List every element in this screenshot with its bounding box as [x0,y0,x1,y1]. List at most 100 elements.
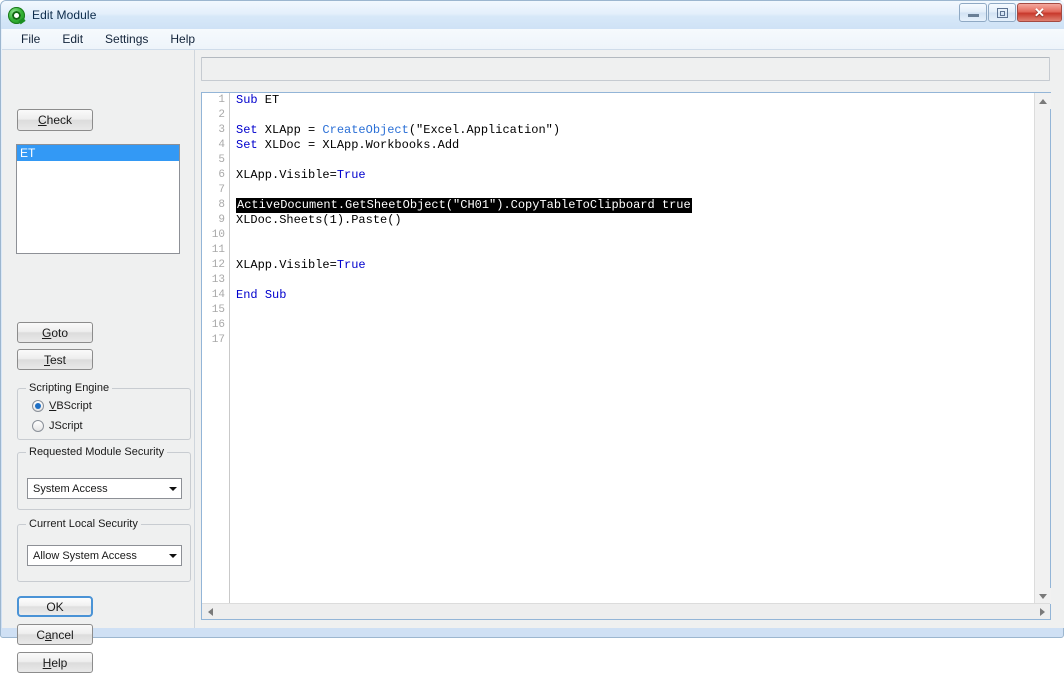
cancel-button-label: Cancel [36,627,74,642]
line-number: 7 [218,184,225,196]
current-local-security-value: Allow System Access [33,549,137,562]
scroll-left-button[interactable] [202,604,218,619]
menu-item-help[interactable]: Help [161,30,204,48]
radio-jscript-label: JScript [49,420,83,432]
ok-button[interactable]: OK [17,596,93,617]
minimize-icon [967,13,979,17]
requested-module-security-value: System Access [33,482,108,495]
left-panel: Check ET Goto Test Scripting Engine VBSc… [2,50,195,673]
line-number: 12 [211,259,225,271]
list-item[interactable]: ET [17,145,179,161]
horizontal-scroll-track[interactable] [218,604,1034,619]
help-button-label: Help [42,655,68,670]
goto-button[interactable]: Goto [17,322,93,343]
radio-vbscript-label: VBScript [49,400,92,412]
scroll-down-button[interactable] [1035,588,1051,604]
code-line[interactable] [231,273,1034,288]
code-text: XLDoc = XLApp.Workbooks.Add [257,138,460,152]
radio-jscript[interactable]: JScript [32,420,83,432]
code-line[interactable] [231,228,1034,243]
radio-unchecked-icon [32,420,44,432]
window-body: Check ET Goto Test Scripting Engine VBSc… [2,50,1064,673]
line-number: 2 [218,109,225,121]
code-line[interactable]: XLApp.Visible=True [231,168,1034,183]
code-editor: 1 2 3 4 5 6 7 8 9 10 11 12 13 14 15 16 17 Sub ET Set XLAp… [201,92,1051,620]
scroll-right-button[interactable] [1034,604,1050,619]
chevron-down-icon[interactable] [164,546,181,565]
horizontal-scrollbar[interactable] [202,603,1050,619]
goto-button-label: Goto [41,325,69,340]
line-number: 9 [218,214,225,226]
code-text: XLDoc.Sheets(1).Paste() [236,213,402,227]
line-number: 8 [218,199,225,211]
right-panel: 1 2 3 4 5 6 7 8 9 10 11 12 13 14 15 16 17 Sub ET Set XLAp… [195,50,1064,628]
line-number: 15 [211,304,225,316]
window-controls: ✕ [958,3,1062,22]
code-text: XLApp.Visible= [236,258,337,272]
code-keyword: True [336,168,366,182]
line-number: 4 [218,139,225,151]
code-line[interactable] [231,333,1034,348]
vertical-scrollbar[interactable] [1034,93,1051,604]
line-number-gutter: 1 2 3 4 5 6 7 8 9 10 11 12 13 14 15 16 17 [202,93,230,604]
code-line[interactable]: ActiveDocument.GetSheetObject("CH01").Co… [231,198,1034,213]
code-keyword: End [236,288,258,302]
code-keyword: True [336,258,366,272]
code-text-area[interactable]: Sub ET Set XLApp = CreateObject("Excel.Ap… [231,93,1034,604]
close-button[interactable]: ✕ [1017,3,1062,22]
code-line[interactable] [231,153,1034,168]
line-number: 3 [218,124,225,136]
line-number: 6 [218,169,225,181]
test-button-label: Test [43,352,66,367]
code-line[interactable]: Set XLDoc = XLApp.Workbooks.Add [231,138,1034,153]
check-button-label: Check [37,113,73,127]
scroll-up-button[interactable] [1035,93,1051,109]
test-button[interactable]: Test [17,349,93,370]
requested-module-security-title: Requested Module Security [26,446,168,458]
code-line[interactable] [231,303,1034,318]
code-line[interactable] [231,108,1034,123]
line-number: 16 [211,319,225,331]
menu-item-file[interactable]: File [12,30,49,48]
title-bar: Edit Module ✕ [1,1,1064,29]
code-line[interactable] [231,243,1034,258]
status-field[interactable] [201,57,1050,81]
scripting-engine-title: Scripting Engine [26,382,113,394]
code-line[interactable]: XLApp.Visible=True [231,258,1034,273]
line-number: 13 [211,274,225,286]
code-line[interactable]: XLDoc.Sheets(1).Paste() [231,213,1034,228]
help-button[interactable]: Help [17,652,93,673]
cancel-button[interactable]: Cancel [17,624,93,645]
radio-vbscript[interactable]: VBScript [32,400,92,412]
chevron-down-icon[interactable] [164,479,181,498]
restore-icon [996,7,1008,18]
line-number: 17 [211,334,225,346]
scripting-engine-group: Scripting Engine VBScript JScript [17,382,191,440]
restore-button[interactable] [988,3,1016,22]
current-local-security-select[interactable]: Allow System Access [27,545,182,566]
line-number: 5 [218,154,225,166]
qlikview-logo-icon [8,6,25,24]
check-button[interactable]: Check [17,109,93,131]
menu-item-edit[interactable]: Edit [53,30,92,48]
minimize-button[interactable] [959,3,987,22]
code-text: XLApp.Visible= [236,168,337,182]
menu-item-settings[interactable]: Settings [96,30,157,48]
code-line[interactable]: Sub ET [231,93,1034,108]
highlighted-code: ActiveDocument.GetSheetObject("CH01").Co… [236,198,692,213]
line-number: 14 [211,289,225,301]
line-number: 11 [211,244,225,256]
code-keyword: Set [236,123,258,137]
requested-module-security-select[interactable]: System Access [27,478,182,499]
code-line[interactable]: Set XLApp = CreateObject("Excel.Applicat… [231,123,1034,138]
code-text: ET [257,93,280,107]
menu-bar: File Edit Settings Help [2,29,1064,50]
code-line[interactable] [231,318,1034,333]
code-keyword: Sub [264,288,287,302]
code-text: XLApp = [257,123,323,137]
module-list[interactable]: ET [16,144,180,254]
radio-checked-icon [32,400,44,412]
code-line[interactable]: End Sub [231,288,1034,303]
code-keyword: Set [236,138,258,152]
code-line[interactable] [231,183,1034,198]
